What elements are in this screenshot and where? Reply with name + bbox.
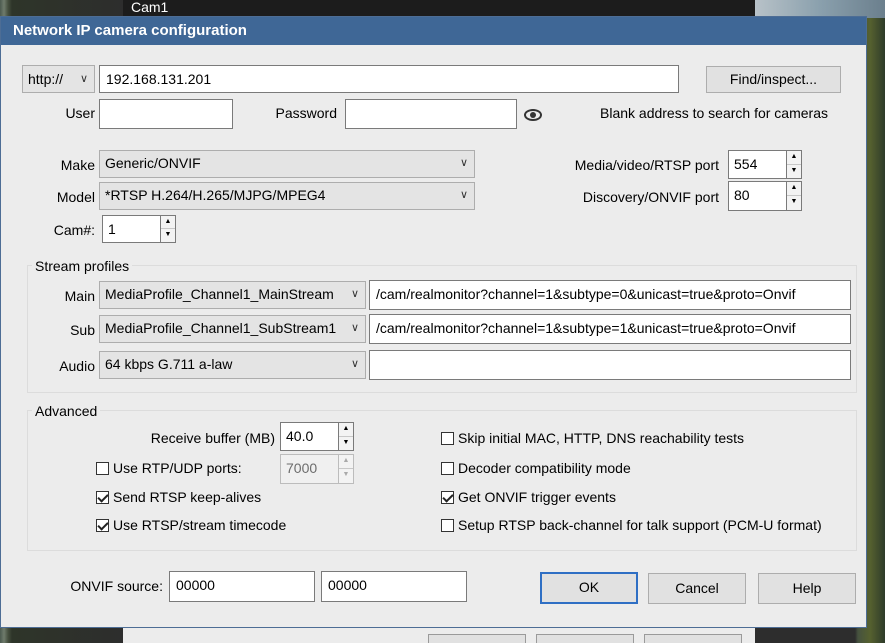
discovery-port-label: Discovery/ONVIF port: [582, 189, 719, 205]
receive-buffer-value[interactable]: 40.0: [280, 422, 338, 451]
onvif-source-label: ONVIF source:: [70, 578, 163, 594]
keepalive-checkbox-box[interactable]: [96, 491, 109, 504]
skip-tests-checkbox[interactable]: Skip initial MAC, HTTP, DNS reachability…: [441, 429, 744, 447]
chevron-down-icon: ∨: [350, 288, 359, 300]
up-arrow-icon[interactable]: ▲: [339, 423, 353, 437]
down-arrow-icon[interactable]: ▼: [787, 196, 801, 210]
chevron-down-icon: ∨: [79, 73, 88, 85]
media-port-value[interactable]: 554: [728, 150, 786, 179]
up-arrow-icon[interactable]: ▲: [787, 182, 801, 196]
sub-stream-label: Sub: [70, 322, 95, 338]
rtp-udp-port-stepper: 7000 ▲ ▼: [280, 454, 354, 484]
backchannel-label: Setup RTSP back-channel for talk support…: [458, 517, 822, 533]
make-label: Make: [60, 157, 95, 173]
rtp-udp-checkbox-box[interactable]: [96, 462, 109, 475]
advanced-title: Advanced: [32, 402, 101, 420]
timecode-checkbox[interactable]: Use RTSP/stream timecode: [96, 516, 286, 534]
up-arrow-icon[interactable]: ▲: [161, 216, 175, 229]
audio-path-input[interactable]: [369, 350, 851, 380]
stepper-arrows: ▲ ▼: [338, 454, 354, 484]
receive-buffer-label: Receive buffer (MB): [150, 430, 275, 446]
up-arrow-icon[interactable]: ▲: [787, 151, 801, 165]
make-value: Generic/ONVIF: [105, 155, 201, 171]
sub-path-input[interactable]: /cam/realmonitor?channel=1&subtype=1&uni…: [369, 314, 851, 344]
chevron-down-icon: ∨: [459, 157, 468, 169]
discovery-port-value[interactable]: 80: [728, 181, 786, 211]
sub-profile-select[interactable]: MediaProfile_Channel1_SubStream1 ∨: [99, 315, 366, 343]
discovery-port-stepper[interactable]: 80 ▲ ▼: [728, 181, 802, 211]
make-select[interactable]: Generic/ONVIF ∨: [99, 150, 475, 178]
password-label: Password: [275, 105, 337, 121]
stepper-arrows[interactable]: ▲ ▼: [786, 150, 802, 179]
main-profile-value: MediaProfile_Channel1_MainStream: [105, 286, 334, 302]
rtp-udp-port-value: 7000: [280, 454, 338, 484]
model-value: *RTSP H.264/H.265/MJPG/MPEG4: [105, 187, 326, 203]
ok-button[interactable]: OK: [540, 572, 638, 604]
cam-number-value[interactable]: 1: [102, 215, 160, 243]
backchannel-checkbox-box[interactable]: [441, 519, 454, 532]
decoder-compat-checkbox[interactable]: Decoder compatibility mode: [441, 459, 631, 477]
cam-number-label: Cam#:: [53, 222, 95, 238]
audio-stream-label: Audio: [59, 358, 95, 374]
protocol-select[interactable]: http:// ∨: [22, 65, 95, 93]
onvif-source-input-1[interactable]: 00000: [169, 571, 315, 602]
search-hint: Blank address to search for cameras: [600, 105, 828, 121]
backchannel-checkbox[interactable]: Setup RTSP back-channel for talk support…: [441, 516, 822, 534]
receive-buffer-stepper[interactable]: 40.0 ▲ ▼: [280, 422, 354, 451]
main-profile-select[interactable]: MediaProfile_Channel1_MainStream ∨: [99, 281, 366, 309]
stream-profiles-title: Stream profiles: [32, 257, 133, 275]
decoder-compat-checkbox-box[interactable]: [441, 462, 454, 475]
rtp-udp-label: Use RTP/UDP ports:: [113, 460, 242, 476]
help-button[interactable]: Help: [758, 573, 856, 604]
background-button-row: [123, 628, 755, 643]
decoder-compat-label: Decoder compatibility mode: [458, 460, 631, 476]
cancel-button[interactable]: Cancel: [648, 573, 746, 604]
down-arrow-icon: ▼: [342, 471, 350, 478]
audio-profile-value: 64 kbps G.711 a-law: [105, 356, 233, 372]
skip-tests-label: Skip initial MAC, HTTP, DNS reachability…: [458, 430, 745, 446]
chevron-down-icon: ∨: [350, 358, 359, 370]
stepper-arrows[interactable]: ▲ ▼: [338, 422, 354, 451]
rtp-udp-checkbox[interactable]: Use RTP/UDP ports:: [96, 459, 242, 477]
up-arrow-icon: ▲: [339, 455, 353, 469]
onvif-source-input-2[interactable]: 00000: [321, 571, 467, 602]
chevron-down-icon: ∨: [350, 322, 359, 334]
camera-config-dialog: Network IP camera configuration http:// …: [0, 16, 867, 628]
down-arrow-icon[interactable]: ▼: [161, 229, 175, 242]
user-input[interactable]: [99, 99, 233, 129]
show-password-eye-icon[interactable]: [524, 109, 542, 121]
cam-number-stepper[interactable]: 1 ▲ ▼: [102, 215, 176, 243]
keepalive-label: Send RTSP keep-alives: [113, 489, 262, 505]
model-label: Model: [56, 189, 95, 205]
main-stream-label: Main: [64, 288, 95, 304]
background-window-title: Cam1: [123, 0, 755, 16]
down-arrow-icon[interactable]: ▼: [787, 165, 801, 179]
stepper-arrows[interactable]: ▲ ▼: [786, 181, 802, 211]
protocol-value: http://: [28, 71, 64, 87]
media-port-label: Media/video/RTSP port: [574, 157, 719, 173]
media-port-stepper[interactable]: 554 ▲ ▼: [728, 150, 802, 179]
stepper-arrows[interactable]: ▲ ▼: [160, 215, 176, 243]
keepalive-checkbox[interactable]: Send RTSP keep-alives: [96, 488, 261, 506]
main-path-input[interactable]: /cam/realmonitor?channel=1&subtype=0&uni…: [369, 280, 851, 310]
down-arrow-icon[interactable]: ▼: [339, 437, 353, 451]
onvif-events-checkbox-box[interactable]: [441, 491, 454, 504]
address-input[interactable]: 192.168.131.201: [99, 65, 679, 93]
sub-profile-value: MediaProfile_Channel1_SubStream1: [105, 320, 337, 336]
model-select[interactable]: *RTSP H.264/H.265/MJPG/MPEG4 ∨: [99, 182, 475, 210]
timecode-label: Use RTSP/stream timecode: [113, 517, 287, 533]
find-inspect-button[interactable]: Find/inspect...: [706, 66, 841, 93]
dialog-title[interactable]: Network IP camera configuration: [1, 17, 866, 45]
skip-tests-checkbox-box[interactable]: [441, 432, 454, 445]
onvif-events-label: Get ONVIF trigger events: [458, 489, 616, 505]
timecode-checkbox-box[interactable]: [96, 519, 109, 532]
audio-profile-select[interactable]: 64 kbps G.711 a-law ∨: [99, 351, 366, 379]
password-input[interactable]: [345, 99, 517, 129]
user-label: User: [65, 105, 95, 121]
chevron-down-icon: ∨: [459, 189, 468, 201]
onvif-events-checkbox[interactable]: Get ONVIF trigger events: [441, 488, 616, 506]
